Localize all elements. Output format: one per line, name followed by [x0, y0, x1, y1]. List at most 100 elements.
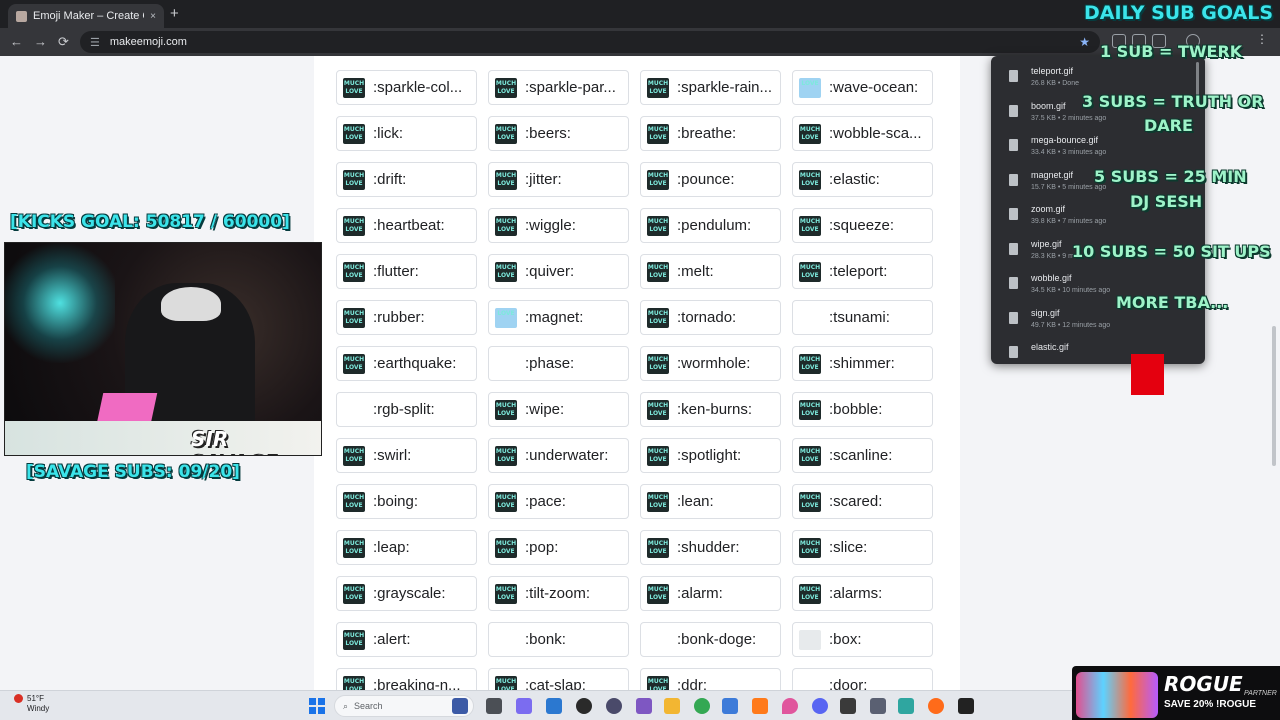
- emoji-card[interactable]: MUCH LOVE:slice:: [792, 530, 933, 565]
- page-scrollbar[interactable]: [1272, 326, 1276, 466]
- close-tab-icon[interactable]: ×: [150, 11, 156, 22]
- emoji-card[interactable]: MUCH LOVE:grayscale:: [336, 576, 477, 611]
- emoji-card[interactable]: MUCH LOVE:quiver:: [488, 254, 629, 289]
- emoji-card[interactable]: :bonk:: [488, 622, 629, 657]
- emoji-card[interactable]: :tsunami:: [792, 300, 933, 335]
- emoji-card[interactable]: MUCH LOVE:earthquake:: [336, 346, 477, 381]
- emoji-card[interactable]: LOVE:wave-ocean:: [792, 70, 933, 105]
- emoji-card[interactable]: MUCH LOVE:wiggle:: [488, 208, 629, 243]
- file-explorer-icon[interactable]: [664, 698, 680, 714]
- browser-tab[interactable]: Emoji Maker – Create Custom ×: [8, 4, 164, 28]
- task-view-icon[interactable]: [486, 698, 502, 714]
- notepad-icon[interactable]: [898, 698, 914, 714]
- emoji-card[interactable]: MUCH LOVE:bobble:: [792, 392, 933, 427]
- emoji-card[interactable]: MUCH LOVE:elastic:: [792, 162, 933, 197]
- app-icon[interactable]: [722, 698, 738, 714]
- app-icon[interactable]: [606, 698, 622, 714]
- emoji-card[interactable]: :box:: [792, 622, 933, 657]
- flag-app-icon[interactable]: [452, 698, 468, 714]
- emoji-card[interactable]: MUCH LOVE:wipe:: [488, 392, 629, 427]
- emoji-card[interactable]: MUCH LOVE:shudder:: [640, 530, 781, 565]
- emoji-card[interactable]: MUCH LOVE:teleport:: [792, 254, 933, 289]
- app-icon[interactable]: [928, 698, 944, 714]
- app-icon[interactable]: [870, 698, 886, 714]
- windows-start-icon[interactable]: [309, 698, 325, 714]
- emoji-code: :bonk-doge:: [677, 631, 757, 648]
- emoji-card[interactable]: MUCH LOVE:ddr:: [640, 668, 781, 690]
- emoji-card[interactable]: MUCH LOVE:breaking-n...: [336, 668, 477, 690]
- emoji-card[interactable]: MUCH LOVE:wormhole:: [640, 346, 781, 381]
- emoji-card[interactable]: MUCH LOVE:lean:: [640, 484, 781, 519]
- emoji-card[interactable]: MUCH LOVE:tilt-zoom:: [488, 576, 629, 611]
- emoji-card[interactable]: MUCH LOVE:cat-slap:: [488, 668, 629, 690]
- emoji-thumbnail-icon: MUCH LOVE: [799, 399, 821, 420]
- capcut-icon[interactable]: [840, 698, 856, 714]
- emoji-card[interactable]: MUCH LOVE:jitter:: [488, 162, 629, 197]
- emoji-card[interactable]: :bonk-doge:: [640, 622, 781, 657]
- emoji-card[interactable]: MUCH LOVE:squeeze:: [792, 208, 933, 243]
- emoji-card[interactable]: MUCH LOVE:pounce:: [640, 162, 781, 197]
- file-icon: [1009, 70, 1018, 82]
- address-bar[interactable]: ☰ makeemoji.com ★: [80, 31, 1100, 53]
- emoji-code: :heartbeat:: [373, 217, 445, 234]
- menu-icon[interactable]: ⋮: [1256, 32, 1270, 46]
- emoji-card[interactable]: LOVE:magnet:: [488, 300, 629, 335]
- emoji-card[interactable]: MUCH LOVE:drift:: [336, 162, 477, 197]
- bookmark-star-icon[interactable]: ★: [1079, 35, 1090, 49]
- emoji-card[interactable]: MUCH LOVE:melt:: [640, 254, 781, 289]
- emoji-card[interactable]: MUCH LOVE:pendulum:: [640, 208, 781, 243]
- emoji-thumbnail-icon: MUCH LOVE: [343, 675, 365, 690]
- site-info-icon[interactable]: ☰: [90, 36, 100, 49]
- emoji-card[interactable]: :rgb-split:: [336, 392, 477, 427]
- emoji-code: :phase:: [525, 355, 575, 372]
- emoji-card[interactable]: MUCH LOVE:heartbeat:: [336, 208, 477, 243]
- emoji-card[interactable]: MUCH LOVE:shimmer:: [792, 346, 933, 381]
- app-icon[interactable]: [958, 698, 974, 714]
- emoji-card[interactable]: MUCH LOVE:sparkle-rain...: [640, 70, 781, 105]
- download-item[interactable]: mega-bounce.gif 33.4 KB • 3 minutes ago: [991, 131, 1191, 165]
- promo-brand: ROGUE: [1164, 672, 1243, 696]
- new-tab-button[interactable]: +: [170, 5, 179, 22]
- sub-goal-2: 3 SUBS = TRUTH OR: [1082, 92, 1264, 111]
- discord-icon[interactable]: [812, 698, 828, 714]
- monitor-app-icon[interactable]: [546, 698, 562, 714]
- emoji-card[interactable]: MUCH LOVE:breathe:: [640, 116, 781, 151]
- emoji-card[interactable]: MUCH LOVE:spotlight:: [640, 438, 781, 473]
- back-button[interactable]: ←: [10, 34, 23, 49]
- emoji-card[interactable]: MUCH LOVE:underwater:: [488, 438, 629, 473]
- emoji-card[interactable]: MUCH LOVE:scared:: [792, 484, 933, 519]
- media-app-icon[interactable]: [576, 698, 592, 714]
- emoji-card[interactable]: MUCH LOVE:wobble-sca...: [792, 116, 933, 151]
- chrome-icon[interactable]: [694, 698, 710, 714]
- emoji-card[interactable]: :door:: [792, 668, 933, 690]
- copilot-icon[interactable]: [516, 698, 532, 714]
- emoji-card[interactable]: MUCH LOVE:rubber:: [336, 300, 477, 335]
- soundcloud-icon[interactable]: [752, 698, 768, 714]
- download-item[interactable]: teleport.gif 26.8 KB • Done: [991, 62, 1191, 96]
- sub-goal-5: MORE TBA...: [1116, 293, 1229, 312]
- emoji-card[interactable]: MUCH LOVE:swirl:: [336, 438, 477, 473]
- forward-button[interactable]: →: [34, 34, 47, 49]
- emoji-code: :pendulum:: [677, 217, 752, 234]
- emoji-card[interactable]: MUCH LOVE:sparkle-col...: [336, 70, 477, 105]
- emoji-card[interactable]: MUCH LOVE:scanline:: [792, 438, 933, 473]
- emoji-card[interactable]: MUCH LOVE:pop:: [488, 530, 629, 565]
- emoji-card[interactable]: MUCH LOVE:ken-burns:: [640, 392, 781, 427]
- reload-button[interactable]: ⟳: [58, 34, 69, 50]
- emoji-card[interactable]: MUCH LOVE:beers:: [488, 116, 629, 151]
- grid-app-icon[interactable]: [636, 698, 652, 714]
- emoji-card[interactable]: MUCH LOVE:sparkle-par...: [488, 70, 629, 105]
- emoji-card[interactable]: MUCH LOVE:flutter:: [336, 254, 477, 289]
- emoji-card[interactable]: :phase:: [488, 346, 629, 381]
- emoji-code: :alert:: [373, 631, 411, 648]
- emoji-card[interactable]: MUCH LOVE:leap:: [336, 530, 477, 565]
- location-app-icon[interactable]: [782, 698, 798, 714]
- emoji-card[interactable]: MUCH LOVE:pace:: [488, 484, 629, 519]
- emoji-card[interactable]: MUCH LOVE:tornado:: [640, 300, 781, 335]
- emoji-card[interactable]: MUCH LOVE:boing:: [336, 484, 477, 519]
- emoji-card[interactable]: MUCH LOVE:lick:: [336, 116, 477, 151]
- emoji-card[interactable]: MUCH LOVE:alarm:: [640, 576, 781, 611]
- emoji-card[interactable]: MUCH LOVE:alert:: [336, 622, 477, 657]
- emoji-card[interactable]: MUCH LOVE:alarms:: [792, 576, 933, 611]
- weather-widget[interactable]: 51°F Windy: [14, 694, 49, 714]
